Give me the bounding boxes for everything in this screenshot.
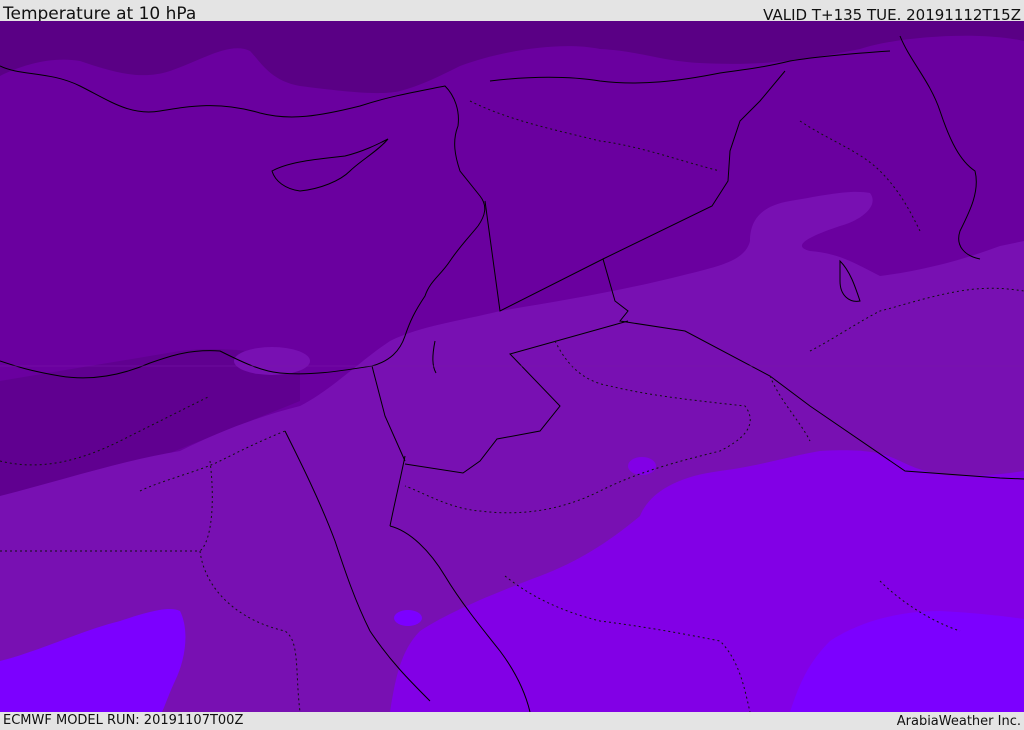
temperature-map: [0, 21, 1024, 712]
bright-blob: [628, 457, 656, 475]
model-run: ECMWF MODEL RUN: 20191107T00Z: [3, 713, 244, 728]
footer-bar: ECMWF MODEL RUN: 20191107T00Z ArabiaWeat…: [0, 712, 1024, 729]
credit-label: ArabiaWeather Inc.: [896, 714, 1021, 729]
map-panel[interactable]: [0, 21, 1024, 712]
bright-blob: [394, 610, 422, 626]
mid-blob: [234, 347, 310, 375]
header-bar: Temperature at 10 hPa VALID T+135 TUE. 2…: [0, 0, 1024, 24]
